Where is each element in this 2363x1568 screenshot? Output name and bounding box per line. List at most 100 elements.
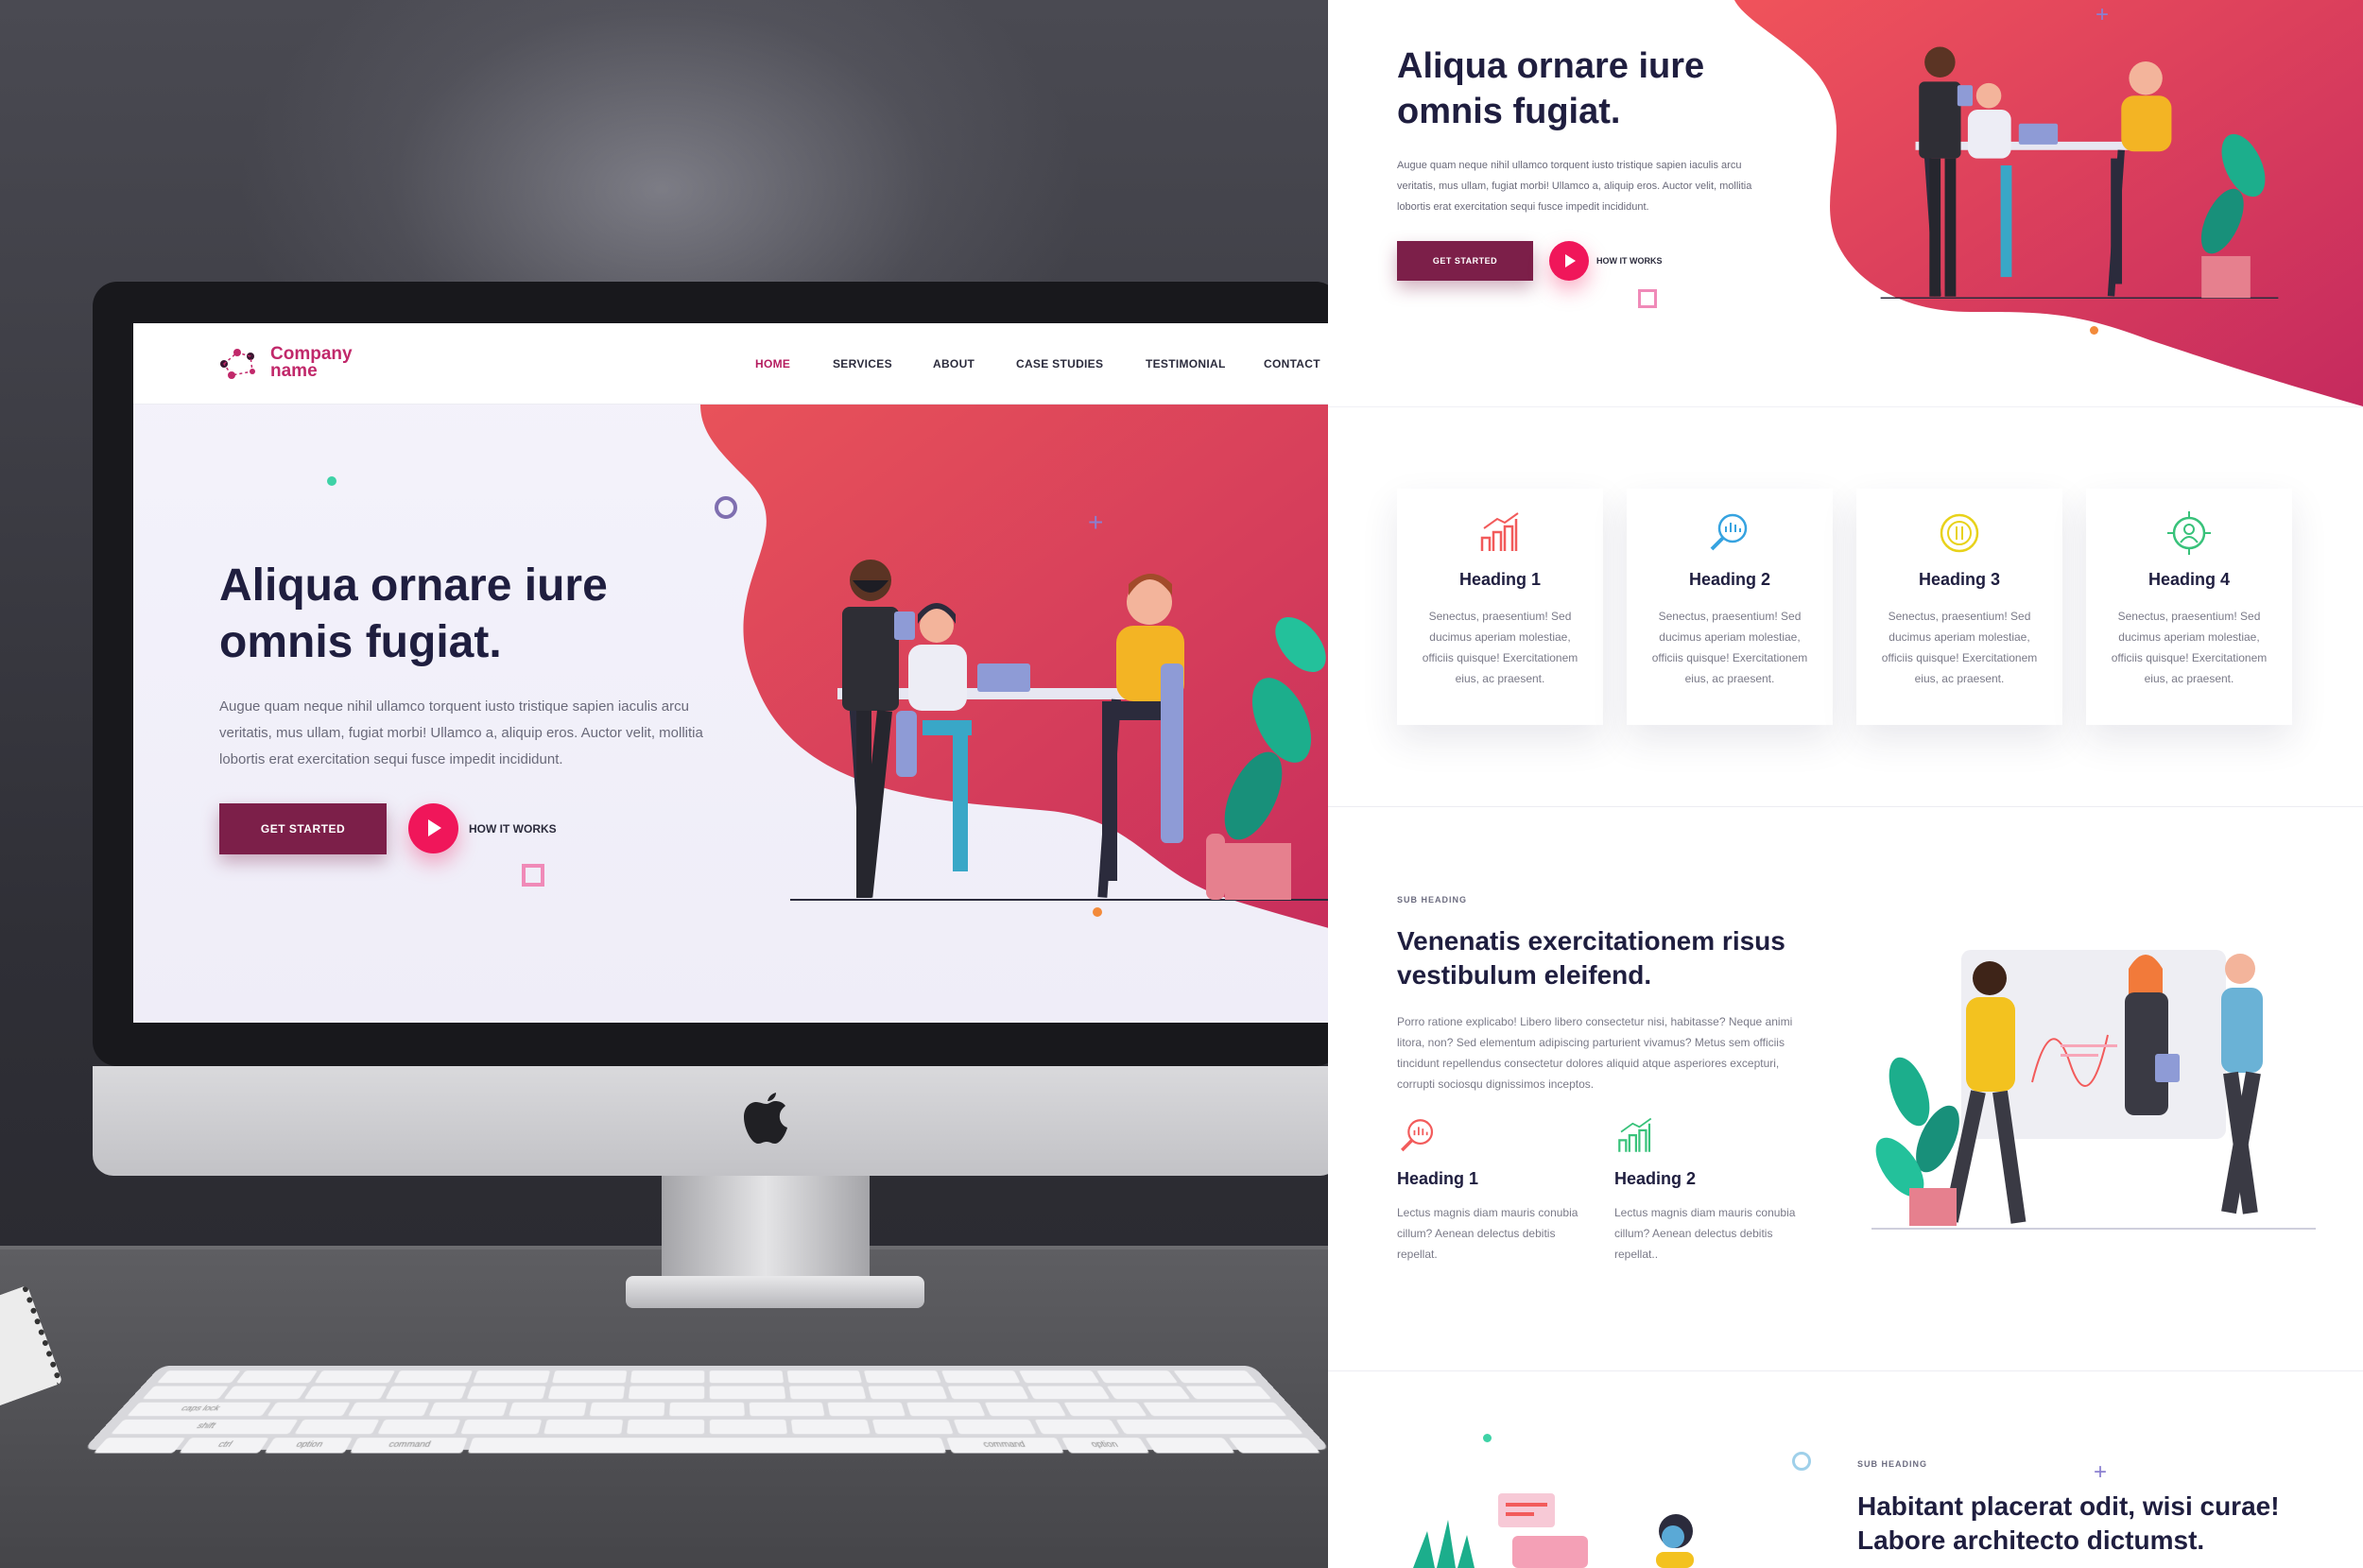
panel-hero-text-line-2: veritatis, mus ullam, fugiat morbi! Ulla… <box>1397 181 1752 192</box>
feature-text-line: cillum? Aenean delectus debitis <box>1614 1227 1773 1240</box>
nav-home[interactable]: HOME <box>755 357 790 370</box>
card-text-line: ducimus aperiam molestiae, <box>2118 630 2260 644</box>
section3-divider <box>1328 1370 2363 1371</box>
section3-illustration <box>1413 1493 1694 1568</box>
key-command-right: command <box>946 1438 1064 1454</box>
card-text-line: Senectus, praesentium! Sed <box>1428 610 1572 623</box>
card-text-line: eius, ac praesent. <box>1455 672 1545 685</box>
monitor-chin <box>93 1066 1328 1176</box>
section2-feature-2-text: Lectus magnis diam mauris conubia cillum… <box>1614 1202 1822 1265</box>
hero-divider <box>1328 406 2363 407</box>
cards-divider <box>1328 806 2363 807</box>
key-option-right: option <box>1061 1438 1150 1454</box>
feature-card-4[interactable]: Heading 4 Senectus, praesentium! Sed duc… <box>2086 489 2292 725</box>
feature-text-line: Lectus magnis diam mauris conubia <box>1397 1206 1578 1219</box>
feature-card-1[interactable]: Heading 1 Senectus, praesentium! Sed duc… <box>1397 489 1603 725</box>
panel-team-illustration <box>1880 46 2279 299</box>
nav-about[interactable]: ABOUT <box>933 357 975 370</box>
whiteboard-illustration <box>1871 950 2316 1230</box>
card-text: Senectus, praesentium! Sed ducimus aperi… <box>2105 606 2273 689</box>
section3-title-line-2: Labore architecto dictumst. <box>1857 1525 2205 1555</box>
team-illustration <box>790 560 1328 901</box>
nav-contact[interactable]: CONTACT <box>1264 357 1320 370</box>
feature-text-line: repellat.. <box>1614 1248 1659 1261</box>
feature-text-line: repellat. <box>1397 1248 1438 1261</box>
card-text-line: eius, ac praesent. <box>2144 672 2234 685</box>
card-text-line: eius, ac praesent. <box>1914 672 2005 685</box>
monitor-screen: Company name HOME SERVICES ABOUT CASE ST… <box>133 323 1328 1023</box>
logo-icon[interactable] <box>218 347 260 381</box>
panel-hero-title-line-1: Aliqua ornare iure <box>1397 46 1705 86</box>
panel-hero-title: Aliqua ornare iure omnis fugiat. <box>1397 43 1704 134</box>
section2-feature-2-title: Heading 2 <box>1614 1169 1697 1188</box>
card-title: Heading 1 <box>1458 570 1542 589</box>
hero-text-line-1: Augue quam neque nihil ullamco torquent … <box>219 698 689 715</box>
monitor-base <box>626 1276 924 1308</box>
keyboard: caps lock shift ctrl option command command… <box>83 1366 1328 1454</box>
card-title: Heading 2 <box>1688 570 1771 589</box>
key-command: command <box>350 1438 468 1454</box>
nav-testimonial[interactable]: TESTIMONIAL <box>1146 357 1226 370</box>
feature-card-3[interactable]: Heading 3 Senectus, praesentium! Sed duc… <box>1856 489 2062 725</box>
panel-decor-square <box>1638 289 1657 308</box>
feature-text-line: cillum? Aenean delectus debitis <box>1397 1227 1556 1240</box>
card-text-line: ducimus aperiam molestiae, <box>1889 630 2030 644</box>
section3-sub-heading: SUB HEADING <box>1857 1459 1928 1469</box>
how-it-works-link[interactable]: HOW IT WORKS <box>469 822 557 836</box>
magnifier-icon <box>1401 1119 1434 1152</box>
panel-get-started-button[interactable]: GET STARTED <box>1397 241 1533 281</box>
card-text-line: Senectus, praesentium! Sed <box>1888 610 2031 623</box>
key-option: option <box>264 1438 354 1454</box>
hero-text-line-2: veritatis, mus ullam, fugiat morbi! Ulla… <box>219 725 703 741</box>
play-button[interactable] <box>408 803 458 853</box>
feature-card-2[interactable]: Heading 2 Senectus, praesentium! Sed duc… <box>1627 489 1833 725</box>
key-shift: shift <box>111 1419 299 1435</box>
card-text: Senectus, praesentium! Sed ducimus aperi… <box>1875 606 2044 689</box>
section2-text-line: tincidunt repellendus consectetur dolore… <box>1397 1057 1780 1070</box>
key-caps-lock: caps lock <box>127 1402 272 1417</box>
coin-icon <box>1940 513 1979 553</box>
card-text-line: officiis quisque! Exercitationem <box>1881 651 2038 664</box>
desk-photo: caps lock shift ctrl option command command… <box>0 0 1328 1568</box>
play-icon <box>428 819 441 836</box>
decor-square <box>522 864 544 887</box>
panel-play-icon <box>1565 254 1576 267</box>
card-text-line: ducimus aperiam molestiae, <box>1659 630 1801 644</box>
target-user-icon <box>2167 511 2211 555</box>
magnifier-icon <box>1710 513 1748 551</box>
card-text-line: eius, ac praesent. <box>1684 672 1775 685</box>
section3-title-line-1: Habitant placerat odit, wisi curae! <box>1857 1491 2280 1521</box>
hero-title: Aliqua ornare iure omnis fugiat. <box>219 558 608 671</box>
panel-hero-text-line-1: Augue quam neque nihil ullamco torquent … <box>1397 160 1742 171</box>
decor-dot <box>327 476 336 486</box>
section2-feature-1-text: Lectus magnis diam mauris conubia cillum… <box>1397 1202 1605 1265</box>
nav-services[interactable]: SERVICES <box>833 357 892 370</box>
screen-navbar: Company name HOME SERVICES ABOUT CASE ST… <box>133 323 1328 405</box>
card-text-line: ducimus aperiam molestiae, <box>1429 630 1571 644</box>
panel-hero-text-line-3: lobortis erat exercitation sequi fusce i… <box>1397 201 1649 213</box>
section2-text-line: corrupti sociosqu dignissimos inceptos. <box>1397 1077 1595 1091</box>
feature-text-line: Lectus magnis diam mauris conubia <box>1614 1206 1796 1219</box>
section3-decor-plus: + <box>2094 1459 2108 1485</box>
panel-how-it-works-link[interactable]: HOW IT WORKS <box>1596 256 1663 266</box>
section2-text-line: litora, non? Sed elementum adipiscing pa… <box>1397 1036 1785 1049</box>
nav-case-studies[interactable]: CASE STUDIES <box>1016 357 1103 370</box>
card-text: Senectus, praesentium! Sed ducimus aperi… <box>1646 606 1814 689</box>
brand-name[interactable]: Company name <box>270 345 374 380</box>
section2-title: Venenatis exercitationem risus vestibulu… <box>1397 924 1851 992</box>
card-text-line: Senectus, praesentium! Sed <box>1658 610 1802 623</box>
card-text-line: Senectus, praesentium! Sed <box>2117 610 2261 623</box>
hero-title-line-2: omnis fugiat. <box>219 617 502 667</box>
monitor-stand <box>662 1176 870 1282</box>
card-text-line: officiis quisque! Exercitationem <box>2111 651 2268 664</box>
section3-decor-ring <box>1792 1452 1811 1471</box>
panel-play-button[interactable] <box>1549 241 1589 281</box>
card-text-line: officiis quisque! Exercitationem <box>1422 651 1578 664</box>
panel-hero-title-line-2: omnis fugiat. <box>1397 92 1621 131</box>
panel-decor-dot <box>2090 326 2098 335</box>
get-started-button[interactable]: GET STARTED <box>219 803 387 854</box>
bar-chart-icon <box>1480 512 1519 551</box>
card-title: Heading 4 <box>2147 570 2231 589</box>
section2-text: Porro ratione explicabo! Libero libero c… <box>1397 1011 1832 1094</box>
section2-title-line-2: vestibulum eleifend. <box>1397 960 1652 990</box>
